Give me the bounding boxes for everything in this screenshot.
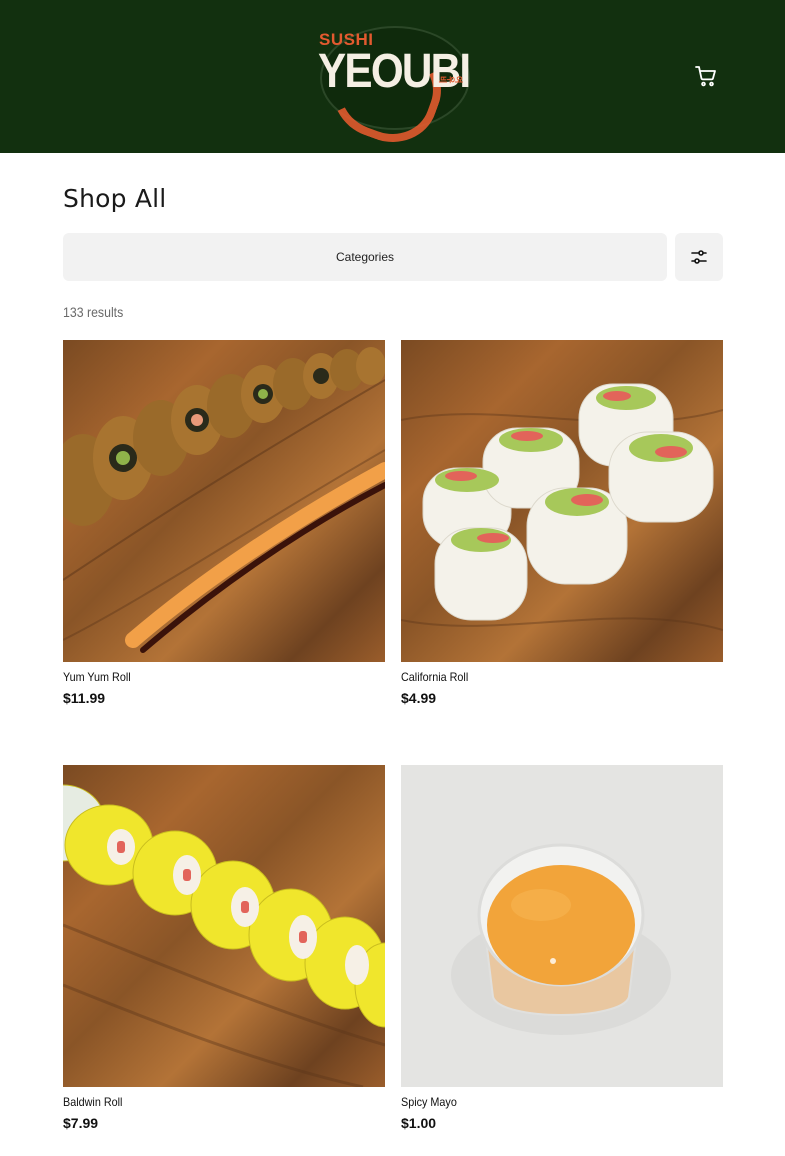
product-name: California Roll (401, 670, 469, 684)
product-image[interactable] (401, 340, 723, 662)
logo-korean-text: 여우비 (438, 76, 463, 84)
sliders-icon (691, 250, 707, 264)
product-image[interactable] (63, 765, 385, 1087)
california-roll-photo (401, 383, 723, 631)
site-header: SUSHI YEOUBI 여우비 (0, 0, 785, 156)
spicy-mayo-photo (451, 843, 671, 1035)
product-price: $7.99 (63, 1115, 99, 1132)
product-price: $1.00 (401, 1115, 437, 1132)
results-count: 133 results (63, 304, 124, 320)
yum-yum-roll-photo (63, 347, 385, 653)
filter-button[interactable] (675, 233, 723, 281)
cart-button[interactable] (694, 64, 718, 88)
baldwin-roll-photo (63, 784, 385, 1087)
product-name: Spicy Mayo (401, 1095, 457, 1109)
categories-dropdown[interactable]: Categories (63, 233, 667, 281)
cart-icon (695, 66, 716, 87)
product-price: $4.99 (401, 690, 437, 707)
product-card[interactable]: Baldwin Roll $7.99 (63, 765, 385, 1132)
product-name: Baldwin Roll (63, 1095, 123, 1109)
product-image[interactable] (401, 765, 723, 1087)
logo-main-text: YEOUBI (318, 45, 471, 98)
page-title: Shop All (63, 184, 167, 213)
yeoubi-logo[interactable]: SUSHI YEOUBI 여우비 (312, 22, 474, 156)
product-card[interactable]: Yum Yum Roll $11.99 (63, 340, 385, 707)
product-image[interactable] (63, 340, 385, 662)
categories-label: Categories (335, 250, 395, 264)
product-price: $11.99 (63, 690, 106, 707)
product-name: Yum Yum Roll (63, 670, 131, 684)
product-card[interactable]: California Roll $4.99 (401, 340, 723, 707)
product-card[interactable]: Spicy Mayo $1.00 (401, 765, 723, 1132)
